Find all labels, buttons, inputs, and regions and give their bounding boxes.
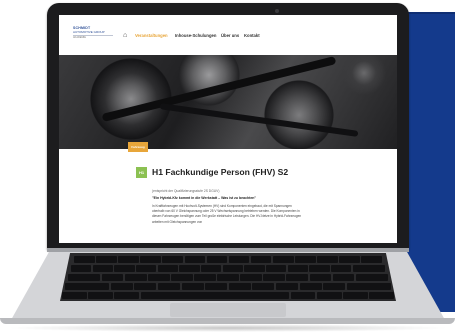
trackpad [170, 303, 286, 317]
key-row-2 [71, 265, 386, 272]
site-header: SCHMIDT AUTOMOTIVE GROUP AKADEMIE ⌂ Vera… [59, 15, 397, 55]
home-icon[interactable]: ⌂ [123, 32, 130, 39]
nav-item-kontakt[interactable]: Kontakt [244, 33, 260, 38]
laptop-mockup: SCHMIDT AUTOMOTIVE GROUP AKADEMIE ⌂ Vera… [0, 0, 455, 336]
article-paragraph: In Kraftfahrzeugen mit Hochvolt-Systemen… [152, 204, 302, 224]
article: H1 H1 Fachkundige Person (FHV) S2 (entsp… [59, 149, 397, 243]
camera-icon [275, 9, 279, 13]
key-row-1 [74, 256, 383, 263]
laptop-screen: SCHMIDT AUTOMOTIVE GROUP AKADEMIE ⌂ Vera… [59, 15, 397, 243]
article-subtitle: (entspricht der Qualifizierungsstufe 2S … [152, 189, 220, 193]
nav-item-inhouse[interactable]: Inhouse-Schulungen [175, 33, 216, 38]
laptop-shadow [6, 324, 450, 332]
nav-item-veranstaltungen[interactable]: Veranstaltungen [135, 33, 168, 38]
site-logo[interactable]: SCHMIDT AUTOMOTIVE GROUP AKADEMIE [73, 26, 121, 46]
category-badge[interactable]: Fahrzeug [128, 142, 148, 152]
nav-item-ueber-uns[interactable]: Über uns [221, 33, 239, 38]
logo-line-2: AUTOMOTIVE GROUP [73, 30, 105, 34]
page-title: H1 Fachkundige Person (FHV) S2 [152, 167, 289, 177]
keyboard [60, 253, 396, 301]
key-row-3 [68, 274, 389, 281]
hero-image [59, 55, 397, 149]
key-row-5 [62, 292, 395, 299]
key-row-4 [65, 283, 392, 290]
category-tag-icon: H1 [136, 167, 147, 178]
article-lead: "Ein Hybrid-Kfz kommt in die Werkstatt –… [152, 196, 257, 200]
logo-line-3: AKADEMIE [73, 36, 86, 39]
laptop-hinge [47, 248, 409, 252]
